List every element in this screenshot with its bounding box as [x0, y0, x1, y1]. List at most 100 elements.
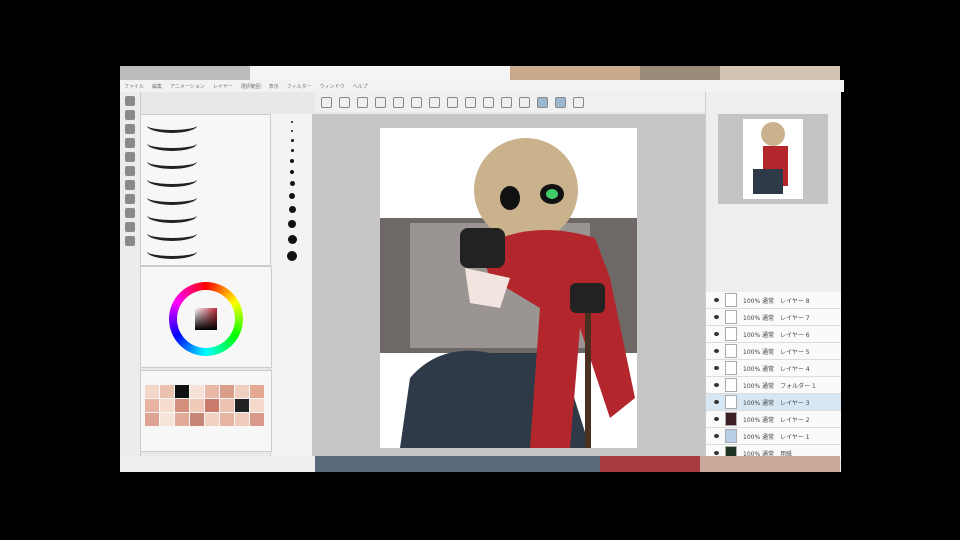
swatch[interactable]	[220, 413, 234, 426]
brush-preset[interactable]	[147, 136, 197, 151]
swatch[interactable]	[145, 413, 159, 426]
eye-icon[interactable]	[714, 434, 719, 438]
swatch[interactable]	[160, 413, 174, 426]
save-icon[interactable]	[375, 96, 386, 108]
swatch[interactable]	[160, 399, 174, 412]
brush-tool-icon[interactable]	[125, 180, 135, 190]
invert-icon[interactable]	[519, 96, 530, 108]
brush-size-option[interactable]	[290, 159, 294, 163]
brush-size-option[interactable]	[287, 235, 297, 244]
swatch[interactable]	[205, 413, 219, 426]
brush-size-option[interactable]	[288, 220, 296, 228]
swatch[interactable]	[160, 385, 174, 398]
brush-size-option[interactable]	[291, 121, 293, 123]
new-icon[interactable]	[339, 96, 350, 108]
swatch[interactable]	[145, 399, 159, 412]
swatch[interactable]	[190, 385, 204, 398]
redo-icon[interactable]	[411, 96, 422, 108]
swatch[interactable]	[190, 399, 204, 412]
pencil-tool-icon[interactable]	[125, 166, 135, 176]
text-tool-icon[interactable]	[125, 236, 135, 246]
saturation-square[interactable]	[195, 308, 217, 330]
layer-row[interactable]: 100% 通常 レイヤー 2	[706, 411, 841, 428]
menu-file[interactable]: ファイル	[124, 83, 144, 90]
swatch[interactable]	[235, 399, 249, 412]
brush-size-option[interactable]	[290, 149, 294, 152]
menu-edit[interactable]: 編集	[152, 83, 162, 90]
deselect-icon[interactable]	[501, 96, 512, 108]
snap-icon[interactable]	[537, 96, 548, 108]
swatch[interactable]	[250, 399, 264, 412]
eye-icon[interactable]	[714, 315, 719, 319]
swatch[interactable]	[205, 399, 219, 412]
brush-size-option[interactable]	[288, 206, 296, 213]
layer-row[interactable]: 100% 通常 レイヤー 7	[706, 309, 841, 326]
swatch[interactable]	[250, 413, 264, 426]
menu-filter[interactable]: フィルター	[287, 83, 312, 90]
swatch[interactable]	[235, 385, 249, 398]
brush-size-option[interactable]	[289, 193, 295, 199]
brush-preset[interactable]	[147, 226, 197, 241]
color-wheel[interactable]	[169, 282, 243, 356]
eye-icon[interactable]	[714, 366, 719, 370]
swatch[interactable]	[220, 385, 234, 398]
brush-preset[interactable]	[147, 172, 197, 187]
swatch[interactable]	[250, 385, 264, 398]
pen-tool-icon[interactable]	[125, 152, 135, 162]
eyedropper-tool-icon[interactable]	[125, 138, 135, 148]
navigator-preview[interactable]	[718, 114, 828, 204]
select-tool-icon[interactable]	[125, 124, 135, 134]
brush-size-option[interactable]	[289, 181, 295, 186]
layer-row[interactable]: 100% 通常 レイヤー 8	[706, 292, 841, 309]
grid-icon[interactable]	[321, 96, 332, 108]
menu-view[interactable]: 表示	[269, 83, 279, 90]
brush-size-option[interactable]	[290, 139, 294, 142]
fill-tool-icon[interactable]	[125, 208, 135, 218]
layer-row[interactable]: 100% 通常 レイヤー 4	[706, 360, 841, 377]
menu-layer[interactable]: レイヤー	[213, 83, 233, 90]
ruler-icon[interactable]	[555, 96, 566, 108]
brush-preset[interactable]	[147, 190, 197, 205]
swatch[interactable]	[235, 413, 249, 426]
menu-selection[interactable]: 選択範囲	[241, 83, 261, 90]
transform-icon[interactable]	[465, 96, 476, 108]
brush-preset[interactable]	[147, 154, 197, 169]
color-icon[interactable]	[573, 96, 584, 108]
layer-folder-row[interactable]: 100% 通常 フォルダー 1	[706, 377, 841, 394]
eye-icon[interactable]	[714, 349, 719, 353]
layer-row[interactable]: 100% 通常 レイヤー 1	[706, 428, 841, 445]
brush-size-option[interactable]	[287, 251, 297, 261]
menu-window[interactable]: ウィンドウ	[320, 83, 345, 90]
brush-size-option[interactable]	[291, 130, 293, 132]
eye-icon[interactable]	[714, 383, 719, 387]
swatch[interactable]	[175, 385, 189, 398]
settings-icon[interactable]	[429, 96, 440, 108]
brush-size-option[interactable]	[290, 170, 294, 174]
eye-icon[interactable]	[714, 417, 719, 421]
swatch[interactable]	[220, 399, 234, 412]
undo-icon[interactable]	[393, 96, 404, 108]
swatch[interactable]	[205, 385, 219, 398]
open-icon[interactable]	[357, 96, 368, 108]
layer-row-selected[interactable]: 100% 通常 レイヤー 3	[706, 394, 841, 411]
zoom-tool-icon[interactable]	[125, 96, 135, 106]
brush-preset[interactable]	[147, 208, 197, 223]
canvas-area[interactable]	[312, 114, 705, 460]
brush-preset[interactable]	[147, 118, 197, 133]
canvas[interactable]	[380, 128, 637, 448]
move-tool-icon[interactable]	[125, 110, 135, 120]
select-icon[interactable]	[483, 96, 494, 108]
menu-animation[interactable]: アニメーション	[170, 83, 205, 90]
menu-help[interactable]: ヘルプ	[353, 83, 368, 90]
brush-preset[interactable]	[147, 244, 197, 259]
swatch[interactable]	[175, 399, 189, 412]
layer-row[interactable]: 100% 通常 レイヤー 5	[706, 343, 841, 360]
eye-icon[interactable]	[714, 400, 719, 404]
eraser-tool-icon[interactable]	[125, 194, 135, 204]
pen-icon[interactable]	[447, 96, 458, 108]
eye-icon[interactable]	[714, 451, 719, 455]
layer-row[interactable]: 100% 通常 レイヤー 6	[706, 326, 841, 343]
eye-icon[interactable]	[714, 298, 719, 302]
swatch[interactable]	[145, 385, 159, 398]
swatch[interactable]	[190, 413, 204, 426]
